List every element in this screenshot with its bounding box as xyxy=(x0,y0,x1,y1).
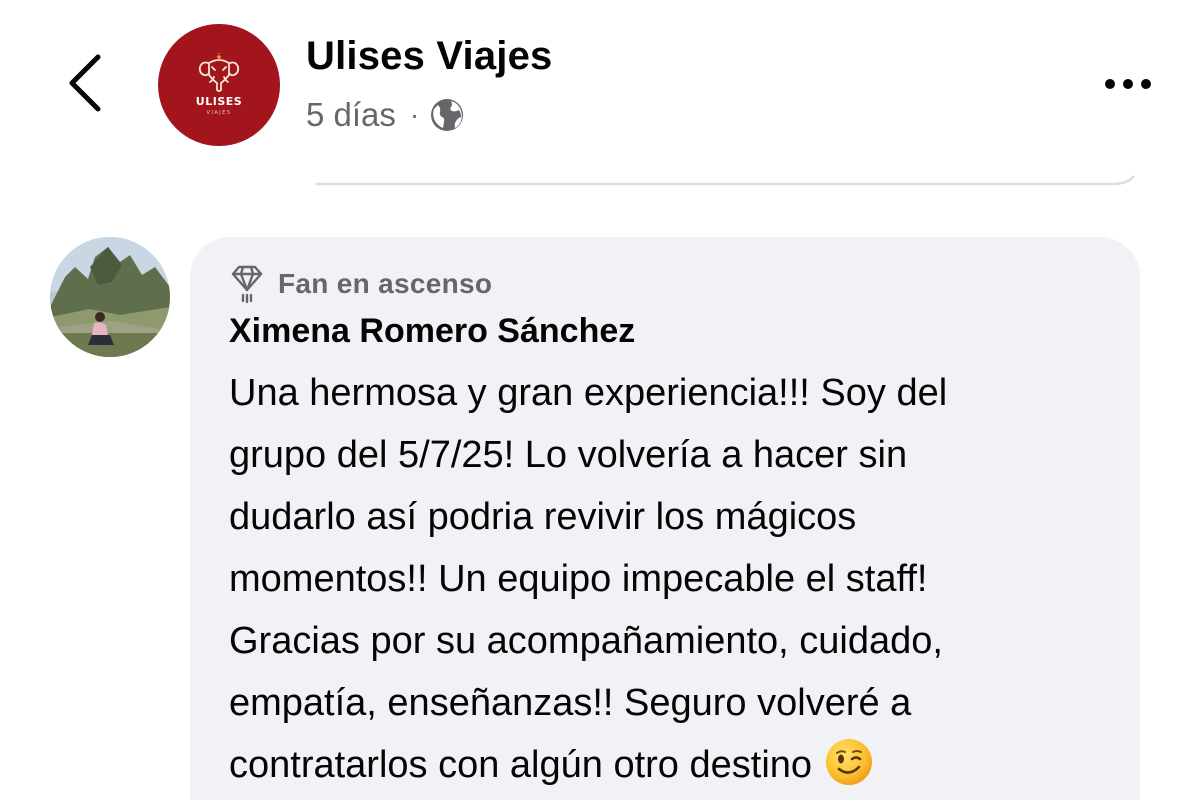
badge-label: Fan en ascenso xyxy=(278,268,493,299)
post-meta: 5 días · xyxy=(306,96,465,134)
post-detail-screen: ULISES VIAJES Ulises Viajes 5 días · Fan… xyxy=(0,0,1200,800)
comment-line: Gracias por su acompañamiento, cuidado, xyxy=(229,620,943,662)
comment-line-text: contratarlos con algún otro destino xyxy=(229,744,813,786)
comment-line: momentos!! Un equipo impecable el staff! xyxy=(229,558,928,600)
comment-line: Una hermosa y gran experiencia!!! Soy de… xyxy=(229,372,948,414)
more-horizontal-icon xyxy=(1105,79,1151,89)
logo-text: ULISES xyxy=(195,94,243,108)
logo-subtext: VIAJES xyxy=(206,109,232,116)
elephant-logo-icon xyxy=(198,52,240,92)
fan-badge[interactable]: Fan en ascenso xyxy=(230,264,492,304)
meta-separator: · xyxy=(409,99,420,130)
page-avatar[interactable]: ULISES VIAJES xyxy=(158,24,280,146)
post-age[interactable]: 5 días xyxy=(306,96,396,134)
page-name[interactable]: Ulises Viajes xyxy=(306,34,553,79)
post-content-edge xyxy=(316,175,1135,186)
comment-text: Una hermosa y gran experiencia!!! Soy de… xyxy=(229,362,1129,796)
globe-icon[interactable] xyxy=(429,97,465,133)
commenter-avatar[interactable] xyxy=(50,237,170,357)
comment-line: grupo del 5/7/25! Lo volvería a hacer si… xyxy=(229,434,908,476)
chevron-left-icon xyxy=(69,54,101,112)
comment-line: empatía, enseñanzas!! Seguro volveré a xyxy=(229,682,912,724)
diamond-icon xyxy=(230,264,264,304)
back-button[interactable] xyxy=(58,50,112,116)
more-options-button[interactable] xyxy=(1092,62,1164,106)
commenter-name[interactable]: Ximena Romero Sánchez xyxy=(229,312,635,351)
comment-line: dudarlo así podria revivir los mágicos xyxy=(229,496,857,538)
comment-line-last: contratarlos con algún otro destino xyxy=(229,734,1129,796)
winking-face-emoji xyxy=(824,737,874,787)
